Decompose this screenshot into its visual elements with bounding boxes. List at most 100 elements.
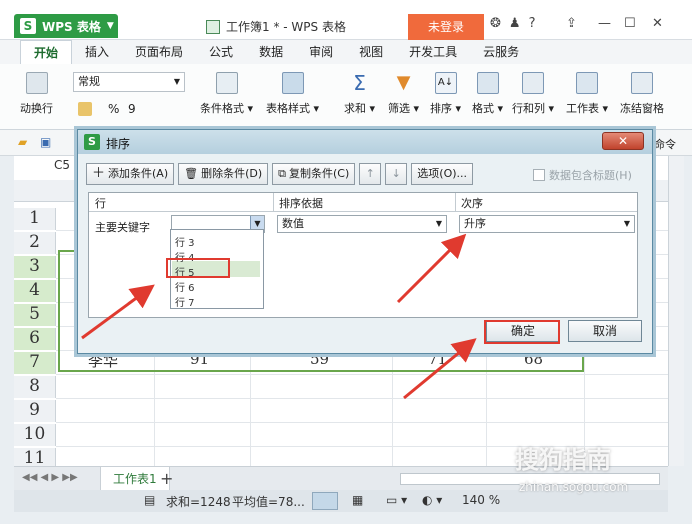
move-up-button[interactable]: ↑ [359,163,382,185]
add-condition-button[interactable]: ＋ 添加条件(A) [86,163,175,185]
header-checkbox-label: 数据包含标题(H) [549,169,632,182]
normal-view-icon[interactable] [312,492,338,510]
zoom-level[interactable]: 140 % [462,493,500,507]
tab-insert[interactable]: 插入 [72,40,122,64]
ribbon-tabs: 开始 插入 页面布局 公式 数据 审阅 视图 开发工具 云服务 [0,40,692,64]
add-condition-label: 添加条件(A) [108,167,169,180]
options-button[interactable]: 选项(O)... [411,163,474,185]
move-down-button[interactable]: ↓ [385,163,408,185]
chevron-down-icon[interactable]: ▼ [432,216,446,232]
eye-protect-icon[interactable]: ◐ ▾ [422,493,442,507]
delete-condition-button[interactable]: 🗑 删除条件(D) [178,163,269,185]
worksheet-button[interactable]: 工作表 ▾ [566,72,608,116]
wrap-text-icon [25,72,48,94]
number-format-value: 常规 [78,75,100,88]
freeze-panes-label: 冻结窗格 [620,102,664,115]
rows-columns-button[interactable]: 行和列 ▾ [512,72,554,116]
close-icon[interactable]: ✕ [652,16,663,31]
primary-key-label: 主要关键字 [95,221,150,234]
maximize-icon[interactable]: ☐ [624,16,636,31]
cancel-button[interactable]: 取消 [568,320,642,342]
dialog-title: 排序 [106,137,131,151]
row-header-8[interactable]: 8 [14,376,56,398]
table-style-label: 表格样式 [266,102,310,115]
format-icon [476,72,499,94]
skin-icon[interactable]: ❂ [490,16,501,31]
filter-label: 筛选 [388,102,410,115]
app-menu-button[interactable]: S WPS 表格 ▼ [14,14,118,38]
table-style-button[interactable]: 表格样式 ▾ [266,72,319,116]
filter-button[interactable]: ▼ 筛选 ▾ [388,72,419,116]
sort-button[interactable]: A↓ 排序 ▾ [430,72,461,116]
sum-button[interactable]: Σ 求和 ▾ [344,72,375,116]
list-item[interactable]: 行 7 [175,294,195,309]
row-header-4[interactable]: 4 [14,280,56,302]
row-header-1[interactable]: 1 [14,208,56,230]
sort-basis-value: 数值 [282,217,304,230]
layout-view-icon[interactable]: ▭ ▾ [386,493,407,507]
row-header-7[interactable]: 7 [14,352,56,374]
comma-style-button[interactable]: 9 [128,102,136,116]
row-header-9[interactable]: 9 [14,400,56,422]
tab-cloud[interactable]: 云服务 [470,40,532,64]
vertical-scrollbar[interactable] [668,156,684,466]
trash-icon: 🗑 [184,167,199,180]
rows-columns-label: 行和列 [512,102,545,115]
chevron-down-icon[interactable]: ▼ [620,216,634,232]
header-checkbox-wrap[interactable]: 数据包含标题(H) [533,167,632,183]
header-checkbox[interactable] [533,169,545,181]
sort-basis-select[interactable]: 数值 ▼ [277,215,447,233]
list-item[interactable]: 行 3 [175,234,195,249]
tab-developer[interactable]: 开发工具 [396,40,470,64]
sigma-icon: Σ [353,71,366,95]
watermark-url: zhinan.sogou.com [519,480,629,494]
sort-order-select[interactable]: 升序 ▼ [459,215,635,233]
list-item[interactable]: 行 6 [175,279,195,294]
sort-dialog: S 排序 ✕ ＋ 添加条件(A) 🗑 删除条件(D) ⧉ 复制条件(C) ↑ ↓… [77,129,653,354]
freeze-panes-icon [631,72,653,94]
add-sheet-icon[interactable]: + [160,469,173,488]
more-commands-label[interactable]: 命令 [654,136,676,152]
row-header-3[interactable]: 3 [14,256,56,278]
worksheet-label: 工作表 [566,102,599,115]
highlight-box-ok [484,320,560,344]
currency-format-button[interactable] [78,102,92,116]
sort-order-value: 升序 [464,217,486,230]
tab-review[interactable]: 审阅 [296,40,346,64]
conditional-format-button[interactable]: 条件格式 ▾ [200,72,253,116]
help-icon[interactable]: ? [529,16,536,31]
copy-condition-button[interactable]: ⧉ 复制条件(C) [272,163,356,185]
wrap-text-button[interactable]: 动换行 [20,72,53,116]
page-view-icon[interactable]: ▦ [352,493,363,507]
restore-icon[interactable]: ⇪ [566,16,577,31]
tab-home[interactable]: 开始 [20,40,73,64]
row-header-6[interactable]: 6 [14,328,56,350]
title-tools: ❂ ♟ ? [490,16,535,31]
minimize-icon[interactable]: — [598,16,611,31]
wrap-text-label: 动换行 [20,102,53,115]
open-folder-icon[interactable]: ▰ [18,135,27,149]
tab-formula[interactable]: 公式 [196,40,246,64]
shirt-icon[interactable]: ♟ [509,16,521,31]
row-header-11[interactable]: 11 [14,448,56,466]
percent-button[interactable]: % [108,102,119,116]
sheet-nav-icon[interactable]: ◀◀ ◀ ▶ ▶▶ [22,472,78,483]
tab-data[interactable]: 数据 [246,40,296,64]
row-header-10[interactable]: 10 [14,424,56,446]
plus-icon: ＋ [92,166,106,181]
conditional-format-label: 条件格式 [200,102,244,115]
column-header-basis: 排序依据 [279,197,323,210]
format-button[interactable]: 格式 ▾ [472,72,503,116]
row-header-2[interactable]: 2 [14,232,56,254]
tab-view[interactable]: 视图 [346,40,396,64]
tab-page-layout[interactable]: 页面布局 [122,40,196,64]
number-format-select[interactable]: 常规 ▼ [73,72,185,92]
wps-logo-icon: S [20,18,36,34]
grid-line [56,374,668,375]
row-header-5[interactable]: 5 [14,304,56,326]
freeze-panes-button[interactable]: 冻结窗格 [620,72,664,116]
login-button[interactable]: 未登录 [408,14,484,40]
dialog-close-button[interactable]: ✕ [602,132,644,150]
header-divider [273,193,274,211]
save-icon[interactable]: ▣ [40,135,51,149]
